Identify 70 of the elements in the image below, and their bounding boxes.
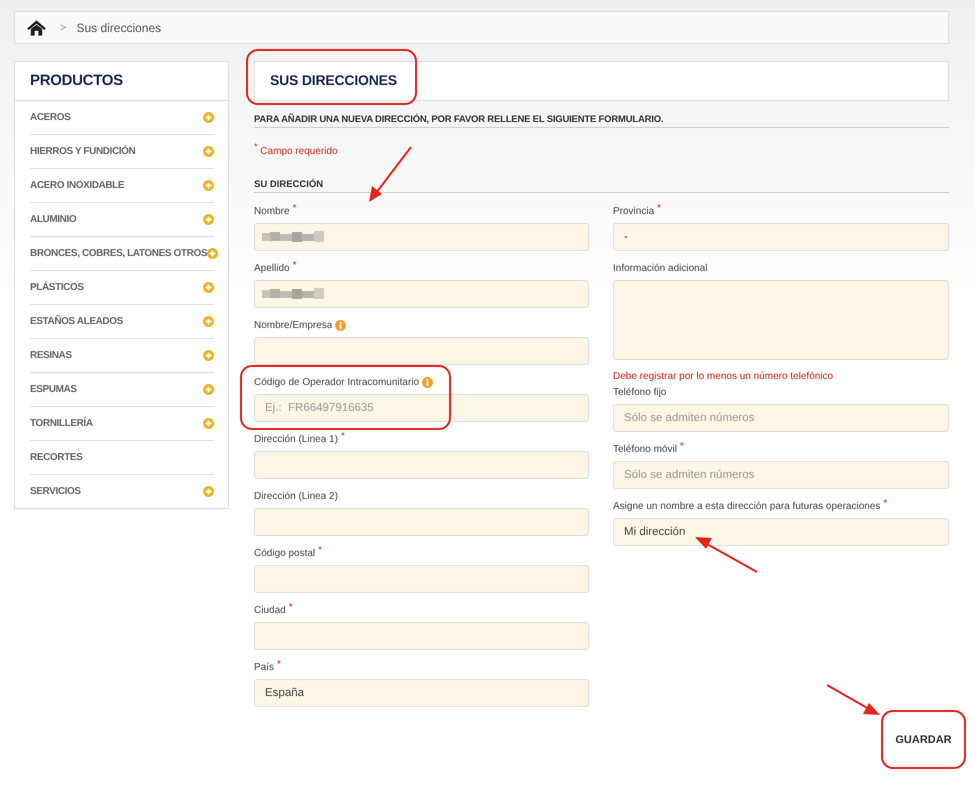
input-field[interactable]: [254, 622, 589, 650]
expand-plus-icon[interactable]: [207, 248, 218, 259]
home-icon[interactable]: [27, 20, 46, 36]
field-label: Teléfono móvil: [613, 443, 677, 457]
category-item[interactable]: TORNILLERÍA: [30, 407, 214, 441]
expand-plus-icon[interactable]: [203, 486, 214, 497]
phone-warning: Debe registrar por lo menos un número telefónico: [613, 371, 834, 382]
field-label: Información adicional: [613, 262, 708, 276]
input-field[interactable]: Mi dirección: [613, 518, 949, 546]
section-title: SU DIRECCIÓN: [254, 179, 949, 193]
input-field[interactable]: -: [613, 223, 949, 251]
field-label: Apellido: [254, 262, 290, 276]
page-heading: SUS DIRECCIONES: [270, 72, 397, 88]
required-mark: *: [340, 433, 345, 441]
input-field[interactable]: España: [254, 679, 589, 707]
input-field[interactable]: [254, 223, 589, 251]
required-mark: *: [883, 500, 888, 508]
field-label: Nombre/Empresa: [254, 319, 332, 333]
expand-plus-icon[interactable]: [203, 384, 214, 395]
input-field[interactable]: Sólo se admiten números: [613, 461, 949, 489]
info-icon[interactable]: [335, 320, 346, 331]
sidebar-title: PRODUCTOS: [15, 62, 228, 101]
info-icon[interactable]: [422, 377, 434, 388]
category-item[interactable]: HIERROS Y FUNDICIÓN: [30, 135, 214, 169]
input-field[interactable]: [254, 451, 589, 479]
breadcrumb-separator: >: [60, 22, 66, 34]
input-field[interactable]: [254, 508, 589, 536]
required-mark: *: [292, 205, 296, 213]
required-mark: *: [288, 604, 293, 612]
field-label: Dirección (Linea 1): [254, 433, 338, 447]
category-item[interactable]: SERVICIOS: [30, 475, 214, 508]
input-field[interactable]: Sólo se admiten números: [613, 404, 949, 432]
expand-plus-icon[interactable]: [203, 418, 214, 429]
category-item[interactable]: ALUMINIO: [30, 203, 214, 237]
input-field[interactable]: [254, 280, 589, 308]
expand-plus-icon[interactable]: [203, 350, 214, 361]
required-mark: *: [318, 547, 322, 555]
field-label: Código de Operador Intracomunitario: [254, 376, 420, 390]
input-field[interactable]: Ej.: FR66497916635: [254, 394, 589, 422]
intro-text: PARA AÑADIR UNA NUEVA DIRECCIÓN, POR FAVOR RELLENE EL SIGUIENTE FORMULARIO.: [254, 114, 949, 128]
category-item[interactable]: ACERO INOXIDABLE: [30, 169, 214, 203]
category-item[interactable]: RESINAS: [30, 339, 214, 373]
field-label: País: [254, 661, 274, 675]
field-label: Asigne un nombre a esta dirección para futuras operaciones: [613, 500, 880, 514]
input-field[interactable]: [254, 565, 589, 593]
breadcrumb-item[interactable]: Sus direcciones: [76, 20, 162, 34]
field-label: Código postal: [254, 547, 316, 561]
category-item[interactable]: ACEROS: [30, 101, 214, 135]
category-item[interactable]: ESTAÑOS ALEADOS: [30, 305, 214, 339]
expand-plus-icon[interactable]: [203, 282, 214, 293]
category-item[interactable]: BRONCES, COBRES, LATONES OTROS: [30, 237, 214, 271]
input-field[interactable]: [254, 337, 589, 365]
field-label: Dirección (Linea 2): [254, 490, 338, 504]
required-mark: *: [657, 205, 662, 213]
required-mark: *: [292, 262, 296, 270]
required-mark: *: [680, 443, 684, 451]
field-label: Ciudad: [254, 604, 286, 618]
category-item[interactable]: RECORTES: [30, 441, 214, 475]
field-label: Provincia: [613, 205, 654, 219]
expand-plus-icon[interactable]: [203, 214, 214, 225]
text-area[interactable]: [613, 280, 949, 360]
expand-plus-icon[interactable]: [203, 112, 214, 123]
category-item[interactable]: PLÁSTICOS: [30, 271, 214, 305]
required-mark: *: [277, 661, 281, 669]
field-label: Teléfono fijo: [613, 386, 666, 400]
field-label: Nombre: [254, 205, 290, 219]
expand-plus-icon[interactable]: [203, 316, 214, 327]
expand-plus-icon[interactable]: [203, 146, 214, 157]
expand-plus-icon[interactable]: [203, 180, 214, 191]
category-item[interactable]: ESPUMAS: [30, 373, 214, 407]
